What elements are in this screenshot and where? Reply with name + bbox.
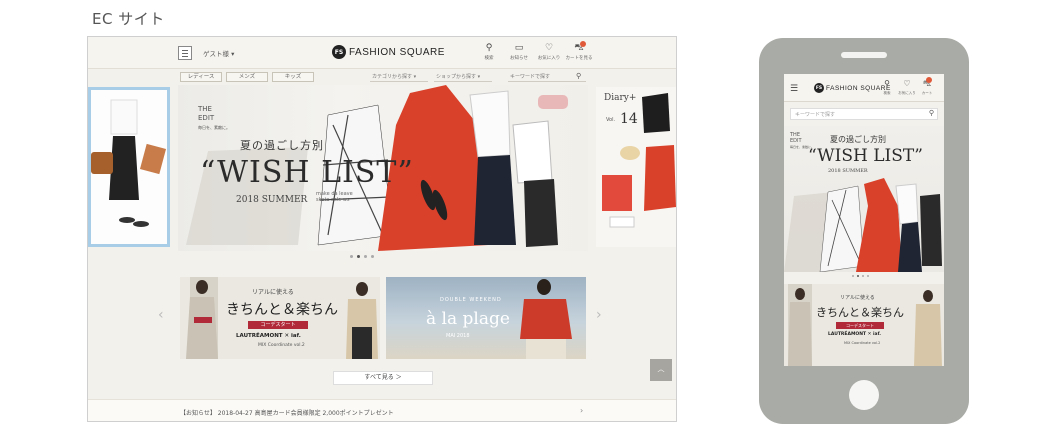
diary-photo [602,93,676,228]
card-plage-head: DOUBLE WEEKEND [440,297,502,303]
tab-mens[interactable]: メンズ [226,72,268,82]
banner-season: 2018 SUMMER [236,195,308,205]
chevron-right-icon[interactable]: › [596,307,602,323]
phone-speaker [841,52,887,58]
mobile-cart-label: カート [921,91,933,95]
card-plage-title: à la plage [426,309,510,329]
banner-subtitle: 夏の過ごし方別 [240,139,324,152]
edit-mark: THE EDIT 毎日を、素敵に。 [198,105,230,130]
carousel-slide-prev[interactable] [88,87,170,247]
carousel-dot[interactable] [862,275,864,277]
feature-card-plage[interactable]: DOUBLE WEEKEND à la plage MAI 2018 [386,277,586,359]
site-header: ゲスト様 ▾ FS FASHION SQUARE ⚲ 検索 ▭ お知らせ ♡ お… [88,37,676,69]
carousel-slide-next[interactable]: Diary+ Vol. 14 [596,87,676,247]
mobile-carousel-pagination [852,275,869,277]
carousel-dot[interactable] [350,255,353,258]
header-news-button[interactable]: ▭ お知らせ [510,43,528,61]
header-icons: ⚲ 検索 ▭ お知らせ ♡ お気に入り ⛍ カートを見る [480,41,593,61]
mobile-card-band: コーデスタート [836,322,884,329]
tab-ladies[interactable]: レディース [180,72,222,82]
phone-screen: ☰ FS FASHION SQUARE ⚲ 検索 ♡ お気に入り ⛍ カート キ… [784,74,944,366]
cart-badge [580,41,586,47]
mobile-banner-subtitle: 夏の過ごし方別 [830,135,886,144]
heart-icon: ♡ [903,79,911,88]
mobile-search-placeholder: キーワードで探す [795,112,836,118]
logo-mark-icon: FS [814,83,824,93]
mobile-card-title: きちんと＆楽ちん [816,306,904,319]
chevron-up-icon: ︿ [657,365,665,373]
carousel-dot-active[interactable] [357,255,360,258]
mobile-card-vol: MIX Coordinate vol.2 [844,341,881,345]
card-coordinate-band: コーデスタート [248,321,308,329]
carousel-pagination [350,255,374,258]
notice-text: 【お知らせ】 2018-04-27 高島屋カード会員様限定 2,000ポイントプ… [180,410,394,417]
carousel-slide-active[interactable]: THE EDIT 毎日を、素敵に。 夏の過ごし方別 “WISH LIST” 2018… [178,85,588,251]
sub-navigation: レディース メンズ キッズ カテゴリから探す ▾ ショップから探す ▾ キーワー… [88,69,676,85]
category-select[interactable]: カテゴリから探す ▾ [370,72,428,82]
mobile-banner-season: 2018 SUMMER [828,168,868,174]
mobile-cart-button[interactable]: ⛍ カート [920,77,934,96]
tab-kids[interactable]: キッズ [272,72,314,82]
site-logo[interactable]: FS FASHION SQUARE [332,45,445,59]
mobile-card-collab: LAUTRÉAMONT ✕ iaf. [828,332,882,337]
carousel-dot[interactable] [371,255,374,258]
logo-text: FASHION SQUARE [349,46,445,58]
section-title: EC サイト [92,10,165,28]
header-cart-button[interactable]: ⛍ カートを見る [566,41,593,61]
chevron-right-icon: › [580,406,584,415]
notice-bar[interactable]: 【お知らせ】 2018-04-27 高島屋カード会員様限定 2,000ポイントプ… [88,399,676,421]
header-favorites-button[interactable]: ♡ お気に入り [537,43,561,61]
mobile-header: ☰ FS FASHION SQUARE ⚲ 検索 ♡ お気に入り ⛍ カート [784,74,944,102]
card-plage-sub: MAI 2018 [446,333,470,339]
see-all-button[interactable]: すべて見る ＞ [333,371,433,385]
mobile-favorites-label: お気に入り [898,91,916,95]
search-icon[interactable]: ⚲ [929,109,934,117]
page-top-button[interactable]: ︿ [650,359,672,381]
guest-menu[interactable]: ゲスト様 ▾ [203,48,234,58]
carousel-dot[interactable] [852,275,854,277]
card-coordinate-title: きちんと＆楽ちん [226,302,338,318]
banner-tagline: make da leave skate sale ws [316,191,353,203]
header-favorites-label: お気に入り [537,56,561,61]
header-news-label: お知らせ [510,56,528,61]
search-icon[interactable]: ⚲ [576,72,581,80]
cart-badge [926,77,932,83]
mobile-favorites-button[interactable]: ♡ お気に入り [898,79,916,96]
chevron-left-icon[interactable]: ‹ [158,307,164,323]
keyword-search-input[interactable]: キーワードで探す [508,72,586,82]
carousel-dot[interactable] [364,255,367,258]
card-coordinate-head: リアルに使える [252,289,294,296]
mobile-card-head: リアルに使える [840,295,875,301]
mobile-header-icons: ⚲ 検索 ♡ お気に入り ⛍ カート [880,77,934,96]
header-search-label: 検索 [484,56,494,61]
mobile-search-button[interactable]: ⚲ 検索 [880,79,894,96]
phone-mockup: ☰ FS FASHION SQUARE ⚲ 検索 ♡ お気に入り ⛍ カート キ… [759,38,969,424]
carousel-dot-active[interactable] [857,275,859,277]
card-coordinate-vol: MIX Coordinate vol.2 [258,343,305,348]
outfit-photo [91,99,167,227]
carousel-dot[interactable] [867,275,869,277]
header-search-button[interactable]: ⚲ 検索 [480,43,498,61]
logo-mark-icon: FS [332,45,346,59]
desktop-screenshot: ゲスト様 ▾ FS FASHION SQUARE ⚲ 検索 ▭ お知らせ ♡ お… [87,36,677,422]
heart-icon: ♡ [544,43,554,53]
mobile-banner[interactable]: THE EDIT 毎日を、素敵に。 夏の過ごし方別 “WISH LIST” 2018… [784,126,944,272]
mobile-search-input[interactable]: キーワードで探す ⚲ [790,108,938,120]
banner-title: “WISH LIST” [200,155,414,190]
mobile-banner-title: “WISH LIST” [808,146,923,166]
header-cart-label: カートを見る [565,56,593,61]
card-coordinate-collab: LAUTRÉAMONT ✕ iaf. [236,333,301,339]
search-icon: ⚲ [884,79,890,88]
mobile-search-label: 検索 [883,91,891,95]
feature-card-coordinate[interactable]: リアルに使える きちんと＆楽ちん コーデスタート LAUTRÉAMONT ✕ i… [180,277,380,359]
hamburger-menu-icon[interactable]: ☰ [790,84,798,94]
search-icon: ⚲ [485,43,493,53]
message-icon: ▭ [514,43,524,53]
hamburger-menu-icon[interactable] [178,46,192,60]
phone-home-button [849,380,879,410]
mobile-feature-card[interactable]: リアルに使える きちんと＆楽ちん コーデスタート LAUTRÉAMONT ✕ i… [784,284,944,366]
shop-select[interactable]: ショップから探す ▾ [434,72,492,82]
